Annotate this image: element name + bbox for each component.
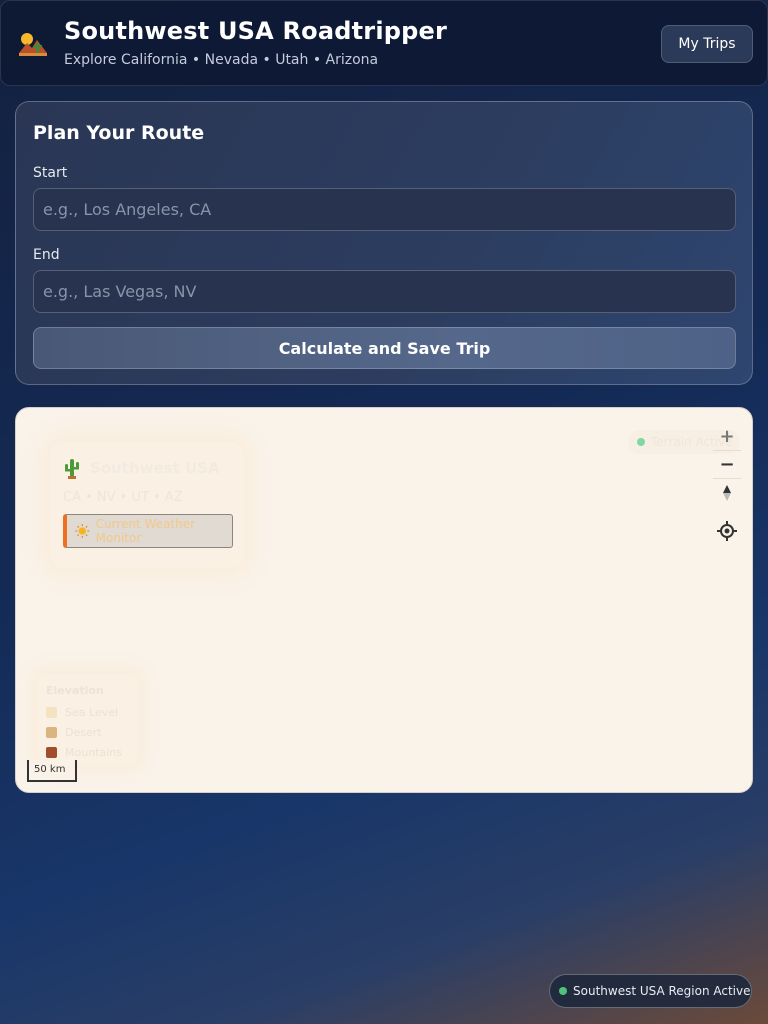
region-title: Southwest USA [90,459,220,477]
elevation-legend: Elevation Sea Level Desert Mountains [38,674,138,764]
end-input[interactable] [33,270,736,313]
plan-route-title: Plan Your Route [33,122,205,144]
legend-item-sea-level: Sea Level [46,706,118,719]
end-label: End [33,247,60,263]
map-scale-bar: 50 km [27,760,77,782]
legend-label: Mountains [65,746,122,759]
region-states: CA • NV • UT • AZ [63,490,183,505]
app-title: Southwest USA Roadtripper [64,17,448,45]
map-zoom-controls: + − [713,422,741,508]
legend-item-mountains: Mountains [46,746,122,759]
cactus-icon [65,459,79,479]
weather-monitor-label: Current Weather Monitor [95,517,196,545]
legend-title: Elevation [46,684,104,697]
compass-reset-button[interactable] [713,478,741,506]
region-info-card: Southwest USA CA • NV • UT • AZ Current … [50,442,244,568]
region-status-label: Southwest USA Region Active [573,984,751,998]
zoom-in-button[interactable]: + [713,422,741,450]
start-input[interactable] [33,188,736,231]
my-trips-button[interactable]: My Trips [661,25,753,63]
compass-icon [723,484,731,501]
legend-swatch [46,707,57,718]
zoom-out-button[interactable]: − [713,450,741,478]
status-dot-icon [559,987,567,995]
calculate-save-trip-button[interactable]: Calculate and Save Trip [33,327,736,369]
legend-swatch [46,747,57,758]
locate-me-icon[interactable] [716,520,738,542]
app-header: Southwest USA Roadtripper Explore Califo… [0,0,768,86]
legend-swatch [46,727,57,738]
status-dot-icon [637,438,645,446]
sun-icon [75,524,90,538]
start-label: Start [33,165,68,181]
map-view[interactable]: Southwest USA CA • NV • UT • AZ Current … [15,407,753,793]
legend-label: Sea Level [65,706,119,719]
desert-sunset-icon [19,33,47,56]
app-subtitle: Explore California • Nevada • Utah • Ari… [64,52,379,68]
region-status-badge: Southwest USA Region Active [549,974,752,1008]
legend-item-desert: Desert [46,726,102,739]
plan-route-card: Plan Your Route Start End Calculate and … [15,101,753,385]
legend-label: Desert [65,726,102,739]
weather-monitor-button[interactable]: Current Weather Monitor [63,514,233,548]
